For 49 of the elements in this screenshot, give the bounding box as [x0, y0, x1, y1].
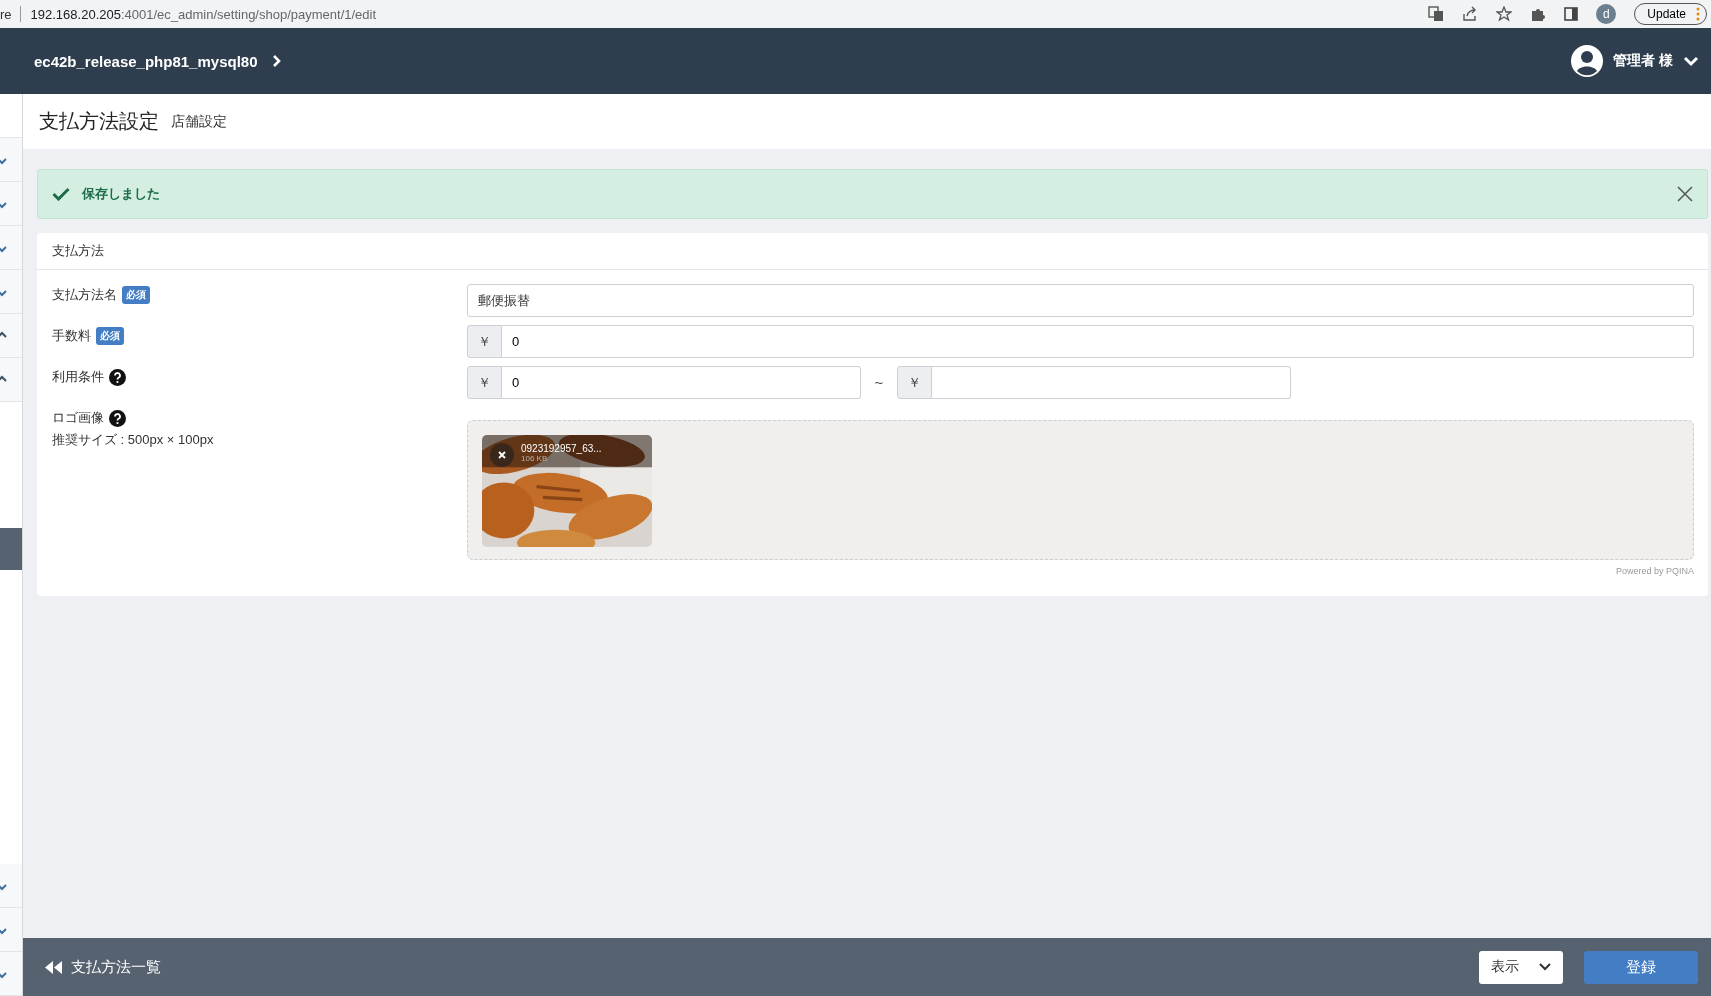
min-price-field[interactable]: 0 — [502, 366, 861, 399]
field-label: 手数料 — [52, 327, 91, 345]
tab-title[interactable]: re — [0, 6, 12, 22]
user-name[interactable]: 管理者 様 — [1613, 52, 1673, 70]
user-avatar-icon[interactable] — [1571, 45, 1604, 77]
help-icon[interactable] — [109, 368, 126, 386]
translate-icon[interactable] — [1428, 6, 1445, 22]
field-label: 利用条件 — [52, 368, 104, 386]
currency-label: ￥ — [467, 366, 502, 399]
check-icon — [52, 187, 70, 201]
visibility-select[interactable]: 表示 — [1479, 950, 1563, 984]
close-icon — [498, 451, 506, 459]
required-badge: 必須 — [122, 286, 150, 304]
page-subtitle: 店舗設定 — [171, 112, 227, 131]
range-separator: ~ — [873, 374, 885, 391]
share-icon[interactable] — [1462, 6, 1479, 22]
remove-button[interactable] — [490, 443, 514, 467]
image-dropzone[interactable]: 0923192957_63... 106 KB — [467, 420, 1694, 560]
card-title: 支払方法 — [52, 242, 104, 260]
field-label: ロゴ画像 — [52, 409, 104, 427]
star-icon[interactable] — [1496, 6, 1513, 22]
close-icon[interactable] — [1677, 186, 1693, 202]
file-name: 0923192957_63... — [521, 443, 602, 454]
currency-label: ￥ — [467, 325, 502, 358]
chevron-down-icon[interactable] — [1683, 55, 1699, 67]
alert-message: 保存しました — [82, 185, 160, 203]
back-link[interactable]: 支払方法一覧 — [45, 957, 161, 977]
page-title: 支払方法設定 — [39, 109, 159, 134]
shop-name[interactable]: ec42b_release_php81_mysql80 — [34, 52, 258, 70]
submit-button[interactable]: 登録 — [1584, 950, 1698, 984]
puzzle-icon[interactable] — [1530, 6, 1547, 22]
size-note: 推奨サイズ : 500px × 100px — [52, 431, 215, 449]
currency-label: ￥ — [897, 366, 932, 399]
kebab-icon — [1696, 7, 1700, 21]
chevron-down-icon — [1539, 963, 1551, 971]
required-badge: 必須 — [96, 327, 124, 345]
field-label: 支払方法名 — [52, 286, 117, 304]
side-panel-icon[interactable] — [1564, 7, 1579, 21]
chevron-right-icon[interactable] — [272, 54, 283, 68]
address-bar[interactable]: 192.168.20.205:4001/ec_admin/setting/shop/payment/1/edit — [30, 6, 377, 22]
text-field[interactable]: 郵便振替 — [467, 284, 1694, 317]
file-size: 106 KB — [521, 454, 549, 463]
profile-avatar[interactable]: d — [1596, 4, 1617, 24]
update-button[interactable]: Update — [1634, 3, 1707, 25]
credit-text: Powered by PQINA — [1615, 566, 1694, 576]
max-price-field[interactable] — [932, 366, 1291, 399]
help-icon[interactable] — [109, 409, 126, 427]
price-field[interactable]: 0 — [502, 325, 1694, 358]
double-chevron-left-icon — [45, 960, 62, 974]
